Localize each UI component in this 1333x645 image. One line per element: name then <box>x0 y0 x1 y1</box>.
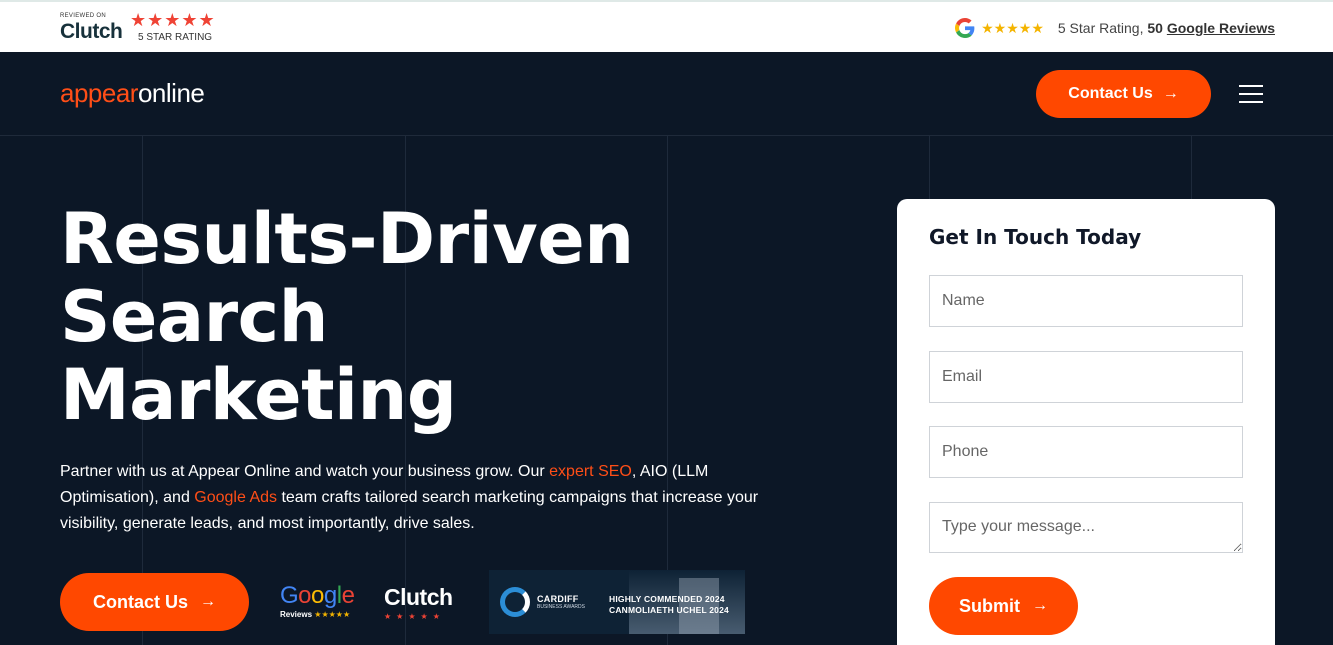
award-line: CANMOLIAETH UCHEL 2024 <box>609 605 729 615</box>
hero-contact-button[interactable]: Contact Us → <box>60 573 249 631</box>
award-line: HIGHLY COMMENDED 2024 <box>609 594 725 604</box>
top-bar: REVIEWED ON Clutch ★★★★★ 5 STAR RATING ★… <box>0 0 1333 52</box>
google-reviews-link[interactable]: Google Reviews <box>1167 20 1275 36</box>
arrow-right-icon: → <box>1032 597 1048 614</box>
contact-form-card: Get In Touch Today Submit → <box>897 199 1275 645</box>
cardiff-awards-badge: CARDIFF BUSINESS AWARDS HIGHLY COMMENDED… <box>489 570 745 634</box>
clutch-rating-text: 5 STAR RATING <box>138 32 213 43</box>
logo-part-appear: appear <box>60 78 138 108</box>
cardiff-award-text: HIGHLY COMMENDED 2024 CANMOLIAETH UCHEL … <box>609 594 729 616</box>
clutch-badge-logo: Clutch <box>384 584 453 610</box>
google-rating: ★★★★★ 5 Star Rating, 50 Google Reviews <box>955 17 1275 39</box>
google-reviews-badge: Google Reviews ★★★★★ <box>280 583 362 625</box>
message-textarea[interactable] <box>929 502 1243 553</box>
arrow-right-icon: → <box>200 593 216 610</box>
submit-button[interactable]: Submit → <box>929 577 1078 635</box>
phone-input[interactable] <box>929 426 1243 478</box>
submit-label: Submit <box>959 595 1020 616</box>
appear-online-logo[interactable]: appearonline <box>60 78 205 109</box>
hero-contact-label: Contact Us <box>92 591 188 612</box>
cardiff-sub: BUSINESS AWARDS <box>537 604 585 610</box>
google-letter: g <box>323 582 337 609</box>
hero-title-line: Results-Driven <box>60 198 634 280</box>
google-g-icon <box>955 18 975 38</box>
review-count: 50 <box>1147 20 1163 36</box>
arrow-right-icon: → <box>1162 85 1179 102</box>
clutch-badge: Clutch ★★★★★ <box>384 585 464 625</box>
google-letter: o <box>298 582 312 609</box>
rating-prefix: 5 Star Rating, <box>1057 20 1144 36</box>
google-badge-reviews: Reviews <box>280 610 313 619</box>
google-logo: Google <box>280 583 362 609</box>
header-contact-button[interactable]: Contact Us → <box>1036 70 1211 118</box>
clutch-review-badge[interactable]: REVIEWED ON Clutch ★★★★★ 5 STAR RATING <box>60 10 230 46</box>
hamburger-menu-icon[interactable] <box>1239 85 1263 103</box>
hero-title-line: Marketing <box>60 354 457 436</box>
clutch-reviewed-on: REVIEWED ON <box>60 13 106 19</box>
name-input[interactable] <box>929 275 1243 327</box>
form-title: Get In Touch Today <box>929 225 1142 249</box>
hero-text-part: Partner with us at Appear Online and wat… <box>60 463 550 480</box>
clutch-stars-icon: ★★★★★ <box>130 10 216 30</box>
google-stars-icon: ★★★★★ <box>981 19 1044 36</box>
hero-title: Results-Driven Search Marketing <box>60 200 820 434</box>
google-badge-sub: Reviews ★★★★★ <box>280 610 362 619</box>
header-contact-label: Contact Us <box>1068 85 1153 102</box>
google-letter: G <box>280 582 299 609</box>
google-badge-stars-icon: ★★★★★ <box>314 610 351 619</box>
expert-seo-link[interactable]: expert SEO <box>549 463 632 480</box>
google-letter: o <box>311 582 324 609</box>
hero-title-line: Search <box>60 276 328 358</box>
hero-description: Partner with us at Appear Online and wat… <box>60 459 800 537</box>
email-input[interactable] <box>929 351 1243 403</box>
cardiff-name: CARDIFF <box>537 594 579 604</box>
clutch-badge-stars-icon: ★★★★★ <box>384 612 445 621</box>
google-ads-link[interactable]: Google Ads <box>194 489 277 506</box>
cardiff-logo-icon <box>500 587 530 617</box>
google-rating-text: 5 Star Rating, 50 Google Reviews <box>1058 20 1275 36</box>
site-header: appearonline Contact Us → <box>0 52 1333 136</box>
logo-part-online: online <box>137 78 205 108</box>
google-letter: e <box>341 582 355 609</box>
clutch-logo: Clutch <box>60 20 123 43</box>
